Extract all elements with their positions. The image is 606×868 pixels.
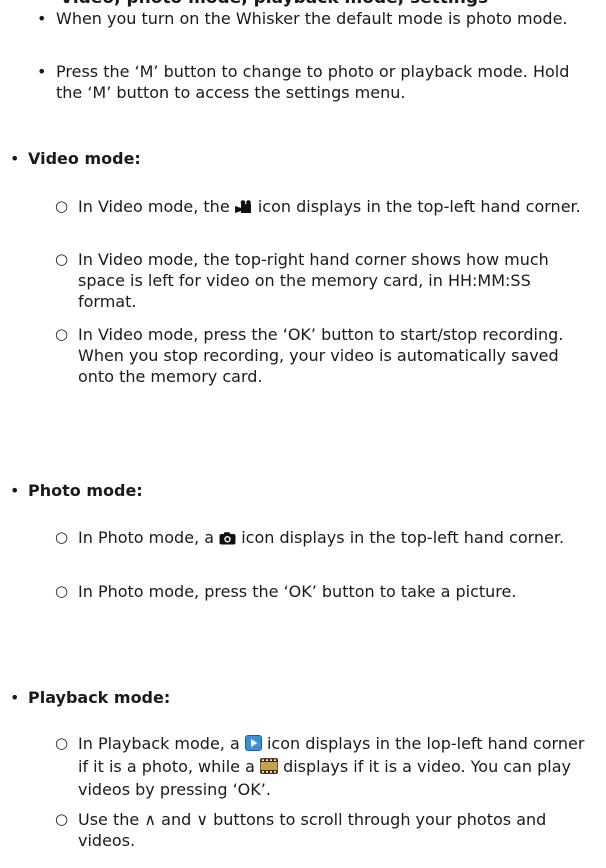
intro-bullet-1: • When you turn on the Whisker the defau… bbox=[0, 8, 606, 52]
photo-item-2: ○ In Photo mode, press the ‘OK’ button t… bbox=[0, 581, 606, 625]
film-icon bbox=[259, 758, 278, 779]
bullet-dot: • bbox=[10, 149, 20, 168]
hollow-bullet: ○ bbox=[55, 528, 69, 546]
video-item-text: In Video mode, the icon displays in the … bbox=[78, 196, 592, 219]
hollow-bullet: ○ bbox=[55, 582, 69, 600]
bullet-dot: • bbox=[37, 9, 47, 28]
up-arrow-symbol: ∧ bbox=[144, 810, 157, 829]
hollow-bullet: ○ bbox=[55, 325, 69, 343]
hollow-bullet: ○ bbox=[55, 250, 69, 268]
section-title: Photo mode: bbox=[28, 481, 143, 500]
hollow-bullet: ○ bbox=[55, 197, 69, 215]
camera-icon bbox=[219, 529, 236, 550]
video-item-text: In Video mode, the top-right hand corner… bbox=[78, 250, 549, 311]
bullet-dot: • bbox=[10, 481, 20, 500]
photo-item-text: In Photo mode, press the ‘OK’ button to … bbox=[78, 582, 517, 601]
hollow-bullet: ○ bbox=[55, 734, 69, 752]
video-camera-icon bbox=[234, 198, 253, 219]
video-item-text: In Video mode, press the ‘OK’ button to … bbox=[78, 325, 564, 386]
playback-item-text: In Playback mode, a icon displays in the… bbox=[78, 734, 585, 799]
playback-item-text: Use the ∧ and ∨ buttons to scroll throug… bbox=[78, 810, 547, 850]
playback-item-2: ○ Use the ∧ and ∨ buttons to scroll thro… bbox=[0, 809, 606, 853]
down-arrow-symbol: ∨ bbox=[196, 810, 209, 829]
section-title: Playback mode: bbox=[28, 688, 171, 707]
intro-bullet-text: Press the ‘M’ button to change to photo … bbox=[56, 62, 570, 102]
intro-bullet-2: • Press the ‘M’ button to change to phot… bbox=[0, 61, 606, 105]
photo-item-1: ○ In Photo mode, a icon displays in the … bbox=[0, 527, 606, 571]
play-icon bbox=[244, 735, 262, 756]
bullet-dot: • bbox=[10, 688, 20, 707]
photo-item-text: In Photo mode, a icon displays in the to… bbox=[78, 527, 592, 550]
section-heading-cut-off: Video, photo mode, playback mode, settin… bbox=[60, 0, 488, 8]
playback-item-1: ○ In Playback mode, a icon displays in t… bbox=[0, 733, 606, 799]
video-item-2: ○ In Video mode, the top-right hand corn… bbox=[0, 249, 606, 315]
video-item-1: ○ In Video mode, the icon displays in th… bbox=[0, 196, 606, 240]
section-photo-mode: • Photo mode: bbox=[0, 480, 606, 502]
hollow-bullet: ○ bbox=[55, 810, 69, 828]
section-playback-mode: • Playback mode: bbox=[0, 687, 606, 709]
section-title: Video mode: bbox=[28, 149, 141, 168]
bullet-dot: • bbox=[37, 62, 47, 81]
intro-bullet-text: When you turn on the Whisker the default… bbox=[56, 9, 568, 28]
section-video-mode: • Video mode: bbox=[0, 148, 606, 170]
video-item-3: ○ In Video mode, press the ‘OK’ button t… bbox=[0, 324, 606, 390]
